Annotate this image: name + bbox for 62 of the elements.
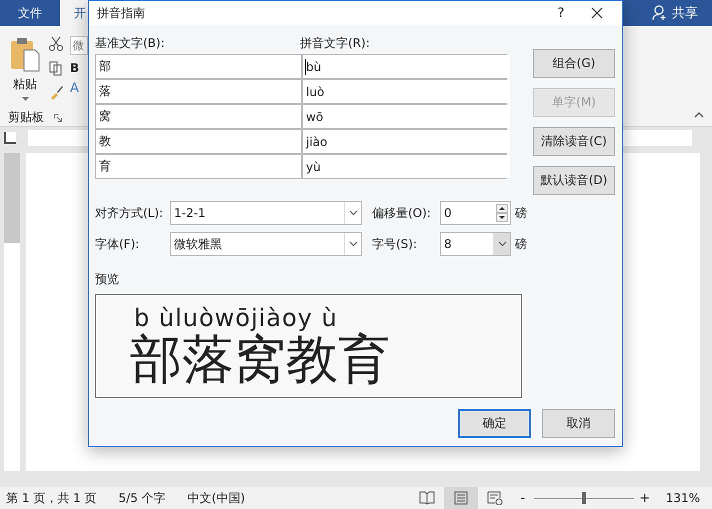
help-button[interactable]: ? (541, 6, 581, 20)
alignment-dropdown[interactable]: 1-2-1 (170, 201, 362, 225)
dialog-button[interactable]: 清除读音(C) (533, 127, 615, 156)
column-header: 基准文字(B): (95, 35, 166, 52)
column-header: 拼音文字(R): (300, 35, 371, 52)
print-layout-button[interactable] (444, 487, 478, 509)
font-color-button[interactable]: A (70, 81, 88, 96)
offset-spinner[interactable]: 0 (440, 201, 511, 225)
base-text-field[interactable]: 部 (96, 55, 301, 78)
clipboard-icon[interactable] (10, 36, 40, 72)
font-dropdown[interactable]: 微软雅黑 (170, 232, 362, 256)
launcher-icon[interactable] (54, 114, 62, 122)
pinyin-text-field[interactable]: bù (303, 55, 510, 78)
field-label: 对齐方式(L): (95, 204, 164, 222)
dialog-button[interactable]: 默认读音(D) (533, 166, 615, 195)
zoom-in-button[interactable]: + (638, 490, 652, 506)
spin-arrows-icon (496, 204, 508, 222)
pinyin-text-field[interactable]: luò (303, 80, 510, 103)
size-dropdown[interactable]: 8 (440, 232, 511, 256)
base-text-field[interactable]: 窝 (96, 105, 301, 128)
person-icon (652, 5, 668, 21)
dialog-button[interactable]: 组合(G) (533, 49, 615, 78)
caret-icon[interactable] (22, 97, 28, 101)
chevron-down-icon (348, 241, 358, 247)
copy-icon[interactable] (48, 60, 64, 76)
base-text-field[interactable]: 育 (96, 155, 301, 178)
page-icon (452, 491, 469, 505)
chevron-down-icon (498, 241, 506, 247)
base-text-field[interactable]: 教 (96, 130, 301, 153)
collapse-icon[interactable] (694, 112, 704, 118)
font-name-field[interactable]: 微 (70, 36, 88, 55)
preview-pinyin: b ùluòwōjiàoy ù (133, 303, 339, 333)
bold-button[interactable]: B (70, 61, 88, 75)
language-indicator[interactable]: 中文(中国) (188, 490, 246, 506)
tab-stop-icon[interactable] (4, 132, 16, 144)
word-count[interactable]: 5/5 个字 (118, 490, 166, 506)
zoom-percent[interactable]: 131% (666, 491, 700, 505)
pinyin-text-field[interactable]: jiào (303, 130, 510, 153)
preview-label: 预览 (95, 271, 120, 288)
unit-label: 磅 (514, 204, 527, 222)
close-icon[interactable] (591, 7, 603, 19)
dialog-button[interactable]: 确定 (458, 409, 531, 438)
group-label: 剪贴板 (8, 109, 44, 126)
zoom-slider[interactable] (582, 492, 586, 504)
unit-label: 磅 (514, 236, 527, 252)
zoom-out-button[interactable]: - (516, 490, 530, 506)
field-label: 字体(F): (95, 236, 140, 252)
paste-button[interactable]: 粘贴 (13, 76, 37, 93)
pinyin-text-field[interactable]: wō (303, 105, 510, 128)
preview-text: 部落窝教育 (130, 330, 391, 391)
web-page-icon (486, 491, 503, 505)
ribbon-tab[interactable]: 文件 (0, 0, 60, 26)
book-icon (418, 491, 435, 505)
field-label: 字号(S): (371, 236, 418, 252)
pinyin-text-field[interactable]: yù (303, 155, 510, 178)
dialog-button[interactable]: 取消 (542, 409, 615, 438)
chevron-down-icon (348, 210, 358, 216)
page-count[interactable]: 第 1 页，共 1 页 (6, 490, 97, 506)
share-button[interactable]: 共享 (640, 0, 710, 26)
field-label: 偏移量(O): (371, 204, 432, 222)
base-text-field[interactable]: 落 (96, 80, 301, 103)
scissors-icon[interactable] (48, 36, 64, 52)
